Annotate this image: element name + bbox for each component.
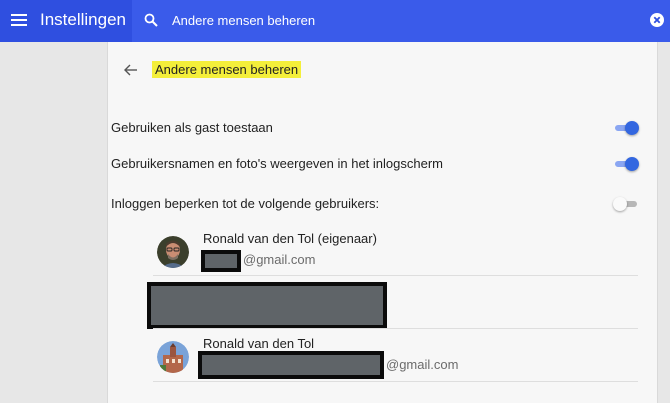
search-icon [144,13,158,27]
settings-panel: Andere mensen beheren Gebruiken als gast… [107,42,658,403]
user-avatar-person [157,236,189,268]
divider [153,328,638,329]
setting-label: Inloggen beperken tot de volgende gebrui… [111,196,380,211]
redacted-user-item [147,282,387,329]
search-input[interactable]: Andere mensen beheren [172,13,315,28]
app-title: Instellingen [40,10,127,29]
show-names-toggle[interactable] [613,157,639,171]
back-arrow-icon[interactable] [124,64,138,76]
divider [153,381,638,382]
user-avatar-building [157,341,189,373]
user-email-domain: @gmail.com [243,252,316,267]
setting-label: Gebruikersnamen en foto's weergeven in h… [111,156,443,171]
setting-label: Gebruiken als gast toestaan [111,120,273,135]
search-field[interactable]: Andere mensen beheren [132,0,670,42]
close-icon[interactable] [650,13,664,27]
toggle-knob [613,197,627,211]
restrict-toggle[interactable] [613,197,639,211]
toggle-knob [625,121,639,135]
page-title: Andere mensen beheren [152,61,302,78]
setting-show-names-row[interactable]: Gebruikersnamen en foto's weergeven in h… [108,149,657,179]
guest-toggle[interactable] [613,121,639,135]
redacted-email-box [201,250,241,272]
top-bar: Instellingen Andere mensen beheren [0,0,670,42]
user-name: Ronald van den Tol (eigenaar) [203,231,377,246]
user-email-domain: @gmail.com [386,357,459,372]
user-item-second: Ronald van den Tol @gmail.com [153,335,638,393]
user-item-owner: Ronald van den Tol (eigenaar) @gmail.com [153,230,638,288]
user-name: Ronald van den Tol [203,336,315,351]
toggle-knob [625,157,639,171]
divider [153,275,638,276]
setting-guest-row[interactable]: Gebruiken als gast toestaan [108,113,657,143]
setting-restrict-row[interactable]: Inloggen beperken tot de volgende gebrui… [108,189,657,219]
hamburger-menu-icon[interactable] [11,12,27,28]
redacted-email-box [198,351,384,379]
